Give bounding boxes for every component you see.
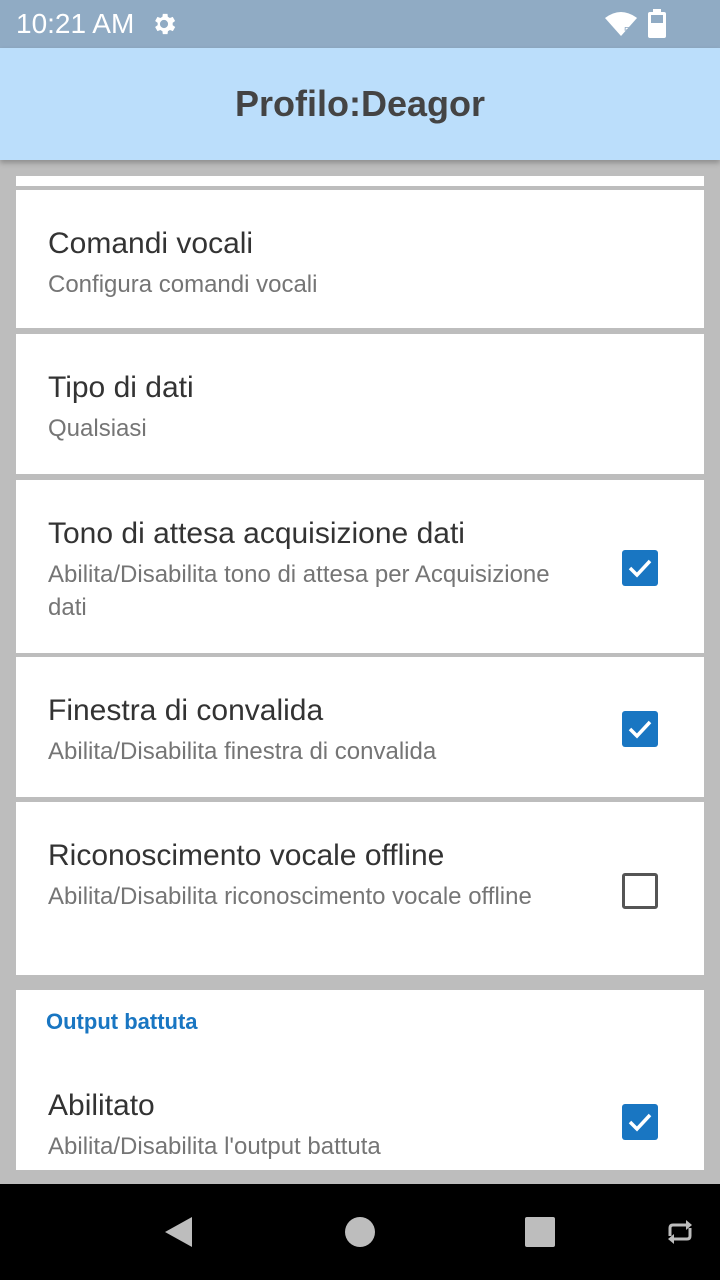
battery-icon [648,9,666,38]
setting-title: Tono di attesa acquisizione dati [48,517,465,550]
section-header: Output battuta [46,1009,198,1034]
check-icon [628,720,652,739]
svg-text:5: 5 [624,26,630,37]
page-title: Profilo:Deagor [234,83,485,124]
wifi-icon: 5 [605,12,637,37]
setting-summary: Abilita/Disabilita tono di attesa per Ac… [48,561,550,621]
setting-title: Comandi vocali [48,227,254,260]
gear-icon [155,13,176,35]
setting-title: Finestra di convalida [48,694,324,727]
setting-voice-commands[interactable]: Comandi vocali Configura comandi vocali [16,190,704,328]
check-icon [628,1113,652,1132]
setting-summary: Abilita/Disabilita l'output battuta [48,1133,381,1160]
setting-output-enabled[interactable]: Abilitato Abilita/Disabilita l'output ba… [16,1056,704,1170]
setting-summary: Abilita/Disabilita riconoscimento vocale… [48,883,532,910]
settings-list[interactable]: Comandi vocali Configura comandi vocali … [0,160,720,1184]
acquisition-tone-checkbox[interactable] [622,550,658,586]
setting-title: Abilitato [48,1089,155,1122]
setting-offline-recognition[interactable]: Riconoscimento vocale offline Abilita/Di… [16,802,704,975]
app-bar: Profilo:Deagor [0,48,720,160]
list-item-partial [16,176,704,186]
setting-data-type[interactable]: Tipo di dati Qualsiasi [16,334,704,474]
setting-acquisition-tone[interactable]: Tono di attesa acquisizione dati Abilita… [16,480,704,653]
setting-title: Tipo di dati [48,371,194,404]
offline-recognition-checkbox[interactable] [622,873,658,909]
setting-validation-window[interactable]: Finestra di convalida Abilita/Disabilita… [16,657,704,797]
setting-title: Riconoscimento vocale offline [48,839,445,872]
status-bar: 10:21 AM 5 [0,0,720,48]
setting-summary: Qualsiasi [48,415,147,442]
rotate-icon[interactable] [662,1214,698,1250]
setting-summary: Abilita/Disabilita finestra di convalida [48,738,437,765]
setting-summary: Configura comandi vocali [48,271,318,298]
home-icon[interactable] [342,1214,378,1250]
back-icon[interactable] [160,1214,196,1250]
validation-window-checkbox[interactable] [622,711,658,747]
output-enabled-checkbox[interactable] [622,1104,658,1140]
navigation-bar [0,1184,720,1280]
recents-icon[interactable] [522,1214,558,1250]
output-section: Output battuta Abilitato Abilita/Disabil… [16,990,704,1170]
check-icon [628,559,652,578]
status-time: 10:21 AM [16,8,135,39]
